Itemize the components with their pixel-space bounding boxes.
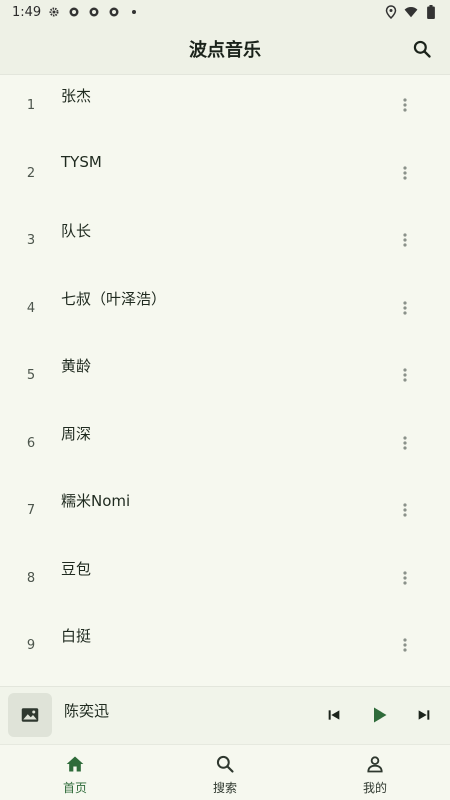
wifi-icon: [404, 5, 418, 19]
nav-item-profile[interactable]: 我的: [300, 745, 450, 800]
settings-icon: [47, 5, 61, 19]
more-options-button[interactable]: [396, 434, 414, 452]
nav-item-home[interactable]: 首页: [0, 745, 150, 800]
skip-previous-icon: [328, 710, 340, 720]
song-index: 5: [26, 368, 36, 383]
search-button[interactable]: [410, 37, 434, 61]
list-item[interactable]: 8 豆包: [0, 547, 450, 615]
song-name: 张杰: [61, 87, 92, 105]
more-options-button[interactable]: [396, 164, 414, 182]
song-list: 1 张杰 2 TYSM 3 队长 4 七叔（叶泽浩） 5 黄龄 6 周深 7 糯…: [0, 74, 450, 684]
song-name: 白挺: [61, 627, 92, 645]
status-left: 1:49: [12, 5, 141, 20]
play-icon: [374, 707, 387, 723]
more-vert-icon: [403, 503, 407, 517]
status-bar: 1:49: [0, 0, 450, 24]
status-right: [384, 5, 438, 19]
list-item[interactable]: 9 白挺: [0, 614, 450, 682]
battery-icon: [424, 5, 438, 19]
song-index: 1: [26, 98, 36, 113]
nav-item-search[interactable]: 搜索: [150, 745, 300, 800]
more-vert-icon: [403, 435, 407, 450]
more-vert-icon: [403, 638, 407, 652]
song-index: 8: [26, 570, 36, 586]
previous-button[interactable]: [323, 704, 345, 726]
search-icon: [214, 753, 236, 775]
bottom-navigation: 首页 搜索 我的: [0, 744, 450, 800]
song-name: 豆包: [61, 559, 92, 578]
song-index: 4: [26, 300, 36, 316]
person-icon: [364, 753, 386, 775]
list-item[interactable]: 3 队长: [0, 209, 450, 277]
app-bar: 波点音乐: [0, 24, 450, 75]
more-vert-icon: [403, 165, 407, 180]
nav-label: 搜索: [212, 781, 237, 795]
song-name: 糯米Nomi: [61, 492, 131, 510]
list-item[interactable]: 7 糯米Nomi: [0, 479, 450, 547]
song-name: 黄龄: [61, 357, 92, 375]
next-button[interactable]: [413, 704, 435, 726]
notification-icon: [87, 5, 101, 19]
more-options-button[interactable]: [396, 569, 414, 587]
home-icon: [64, 753, 86, 775]
location-icon: [384, 5, 398, 19]
mini-player[interactable]: 陈奕迅: [0, 686, 450, 745]
now-playing-title: 陈奕迅: [64, 702, 110, 720]
more-vert-icon: [403, 570, 407, 585]
more-options-button[interactable]: [396, 299, 414, 317]
album-cover[interactable]: [8, 693, 52, 737]
more-options-button[interactable]: [396, 366, 414, 384]
song-index: 9: [26, 638, 36, 653]
more-options-button[interactable]: [396, 96, 414, 114]
song-name: 周深: [61, 424, 92, 443]
dot-icon: [127, 5, 141, 19]
page-title: 波点音乐: [189, 40, 261, 61]
nav-label: 首页: [62, 781, 87, 795]
list-item[interactable]: 2 TYSM: [0, 142, 450, 210]
image-placeholder-icon: [21, 708, 39, 722]
more-options-button[interactable]: [396, 636, 414, 654]
skip-next-icon: [418, 710, 430, 720]
list-item[interactable]: 1 张杰: [0, 74, 450, 142]
notification-icon: [67, 5, 81, 19]
more-vert-icon: [403, 300, 407, 315]
song-name: 队长: [61, 222, 92, 240]
more-vert-icon: [403, 98, 407, 112]
search-icon: [413, 40, 431, 58]
more-vert-icon: [403, 233, 407, 247]
notification-icon: [107, 5, 121, 19]
play-button[interactable]: [368, 704, 390, 726]
song-index: 6: [26, 435, 36, 451]
more-options-button[interactable]: [396, 501, 414, 519]
nav-label: 我的: [362, 781, 387, 795]
song-index: 7: [26, 503, 36, 518]
song-index: 2: [26, 165, 36, 181]
list-item[interactable]: 4 七叔（叶泽浩）: [0, 277, 450, 345]
app-screen: 1:49 波点音乐 1 张杰 2 TYSM 3 队长 4 七叔（叶泽浩） 5 黄…: [0, 0, 450, 800]
status-time: 1:49: [12, 4, 42, 20]
list-item[interactable]: 5 黄龄: [0, 344, 450, 412]
song-name: TYSM: [61, 152, 102, 171]
song-name: 七叔（叶泽浩）: [61, 289, 167, 308]
list-item[interactable]: 6 周深: [0, 412, 450, 480]
more-vert-icon: [403, 368, 407, 382]
song-index: 3: [26, 233, 36, 248]
more-options-button[interactable]: [396, 231, 414, 249]
